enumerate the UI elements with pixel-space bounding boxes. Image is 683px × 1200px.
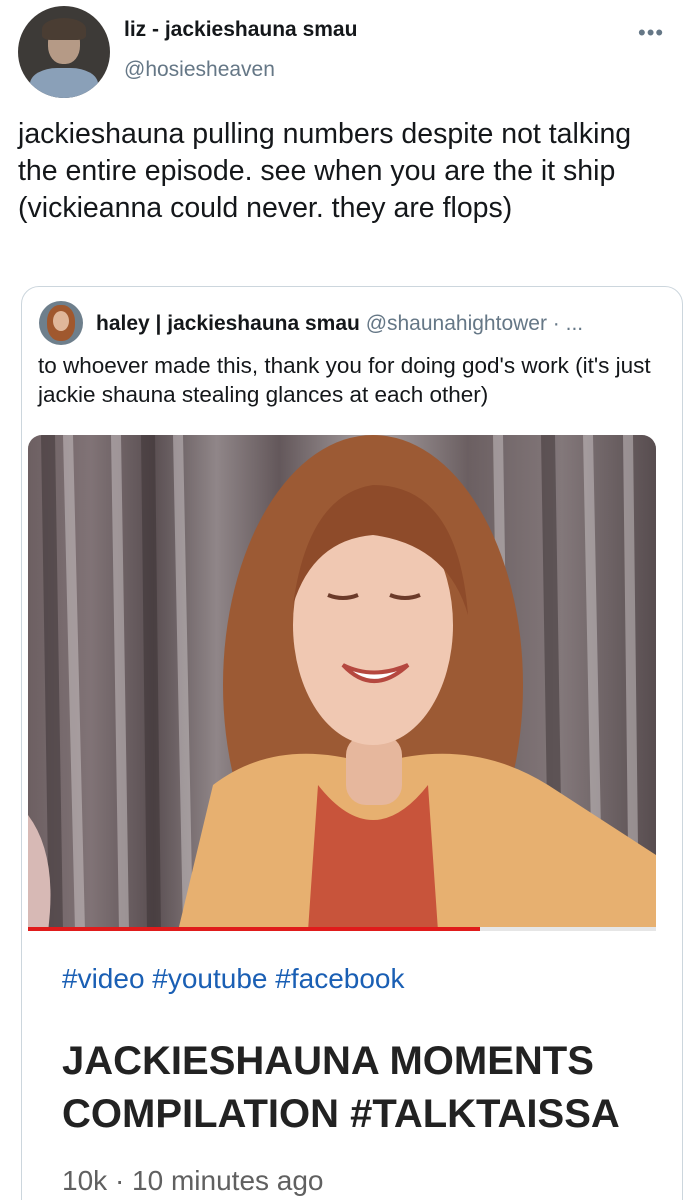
quoted-display-name[interactable]: haley | jackieshauna smau [96, 312, 360, 335]
video-title-line2: COMPILATION #TALKTAISSA [62, 1092, 620, 1136]
quoted-author-avatar[interactable] [39, 301, 83, 345]
video-thumbnail-image [28, 435, 656, 931]
avatar-hair [42, 18, 86, 40]
video-progress-fill [28, 927, 481, 931]
quoted-header: haley | jackieshauna smau @shaunahightow… [96, 312, 583, 336]
video-card[interactable]: #video #youtube #facebook JACKIESHAUNA M… [28, 435, 656, 1200]
video-posted-time: 10 minutes ago [132, 1165, 324, 1196]
quoted-tweet[interactable]: haley | jackieshauna smau @shaunahightow… [21, 286, 683, 1200]
author-handle[interactable]: @hosiesheaven [124, 58, 275, 82]
video-views: 10k [62, 1165, 108, 1196]
quoted-text: to whoever made this, thank you for doin… [38, 353, 651, 407]
author-avatar[interactable] [18, 6, 110, 98]
quoted-avatar-face [53, 311, 69, 331]
video-title-line1: JACKIESHAUNA MOMENTS [62, 1039, 594, 1083]
video-progress-bar[interactable] [28, 927, 656, 931]
avatar-shirt [30, 68, 98, 98]
video-title[interactable]: JACKIESHAUNA MOMENTS COMPILATION #TALKTA… [62, 1035, 656, 1141]
video-thumbnail[interactable] [28, 435, 656, 931]
quoted-handle[interactable]: @shaunahightower · ... [366, 312, 583, 335]
tweet-text: jackieshauna pulling numbers despite not… [18, 118, 632, 224]
meta-separator: · [114, 1165, 125, 1196]
tweet: liz - jackieshauna smau @hosiesheaven ••… [0, 0, 683, 1200]
more-dots-icon[interactable]: ••• [638, 22, 664, 44]
author-display-name[interactable]: liz - jackieshauna smau [124, 18, 357, 42]
video-hashtags[interactable]: #video #youtube #facebook [62, 963, 405, 995]
video-meta: 10k · 10 minutes ago [62, 1165, 324, 1197]
